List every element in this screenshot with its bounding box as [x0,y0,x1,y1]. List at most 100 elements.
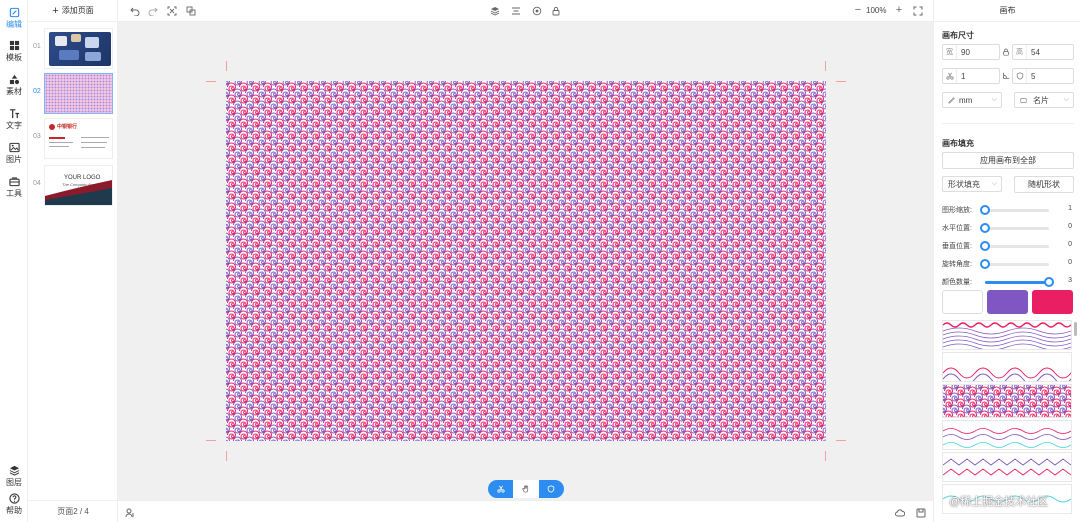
chevron-down-icon: ⌵ [1063,96,1069,103]
shield-icon [1016,72,1023,80]
fullscreen-icon [913,6,923,16]
color-swatch-3[interactable] [1032,290,1073,314]
pattern-option[interactable] [942,452,1072,482]
fit-button[interactable] [166,5,178,17]
group-button[interactable] [531,5,543,17]
apply-all-button[interactable]: 应用画布到全部 [942,152,1074,169]
lock-ratio-icon[interactable] [1002,48,1010,56]
slider-rotation[interactable]: 旋转角度: 0 [942,257,1074,271]
width-field[interactable]: 宽 90 [942,44,1000,60]
fullscreen-button[interactable] [912,5,924,17]
ruler-icon [948,96,955,104]
user-button[interactable] [124,507,136,519]
slider-handle[interactable] [980,205,990,215]
nav-help-label: 帮助 [6,505,22,515]
nav-layers[interactable]: 图层 [0,461,28,491]
slider-track[interactable] [980,241,1049,251]
hand-tool-button[interactable] [513,480,538,498]
slider-handle[interactable] [980,241,990,251]
cloud-icon [895,509,905,517]
slider-vertical[interactable]: 垂直位置: 0 [942,239,1074,253]
fill-type-select[interactable]: 形状填充 ⌵ [942,176,1002,192]
cloud-button[interactable] [894,507,906,519]
redo-button[interactable] [147,5,159,17]
hand-icon [522,485,529,493]
slider-label: 垂直位置: [942,243,972,250]
slider-handle[interactable] [1044,277,1054,287]
height-value: 54 [1031,47,1040,57]
corner-group: 5 [1002,68,1074,84]
slider-handle[interactable] [980,223,990,233]
pattern-option[interactable] [942,420,1072,450]
copy-style-button[interactable] [185,5,197,17]
slider-horizontal[interactable]: 水平位置: 0 [942,221,1074,235]
height-field[interactable]: 高 54 [1012,44,1074,60]
nav-image[interactable]: 图片 [0,138,28,168]
nav-edit[interactable]: 编辑 [0,3,28,33]
lock-button[interactable] [550,5,562,17]
pattern-option[interactable] [942,320,1072,350]
panel-scrollbar[interactable] [1074,322,1077,336]
app-root: 编辑 模板 素材 文字 图片 工具 图层 帮助 + 添加页面 01 02 03 … [0,0,1080,522]
nav-tools[interactable]: 工具 [0,172,28,202]
copy-icon [186,6,196,16]
lock-icon [552,6,560,16]
page-item-4[interactable]: 04 YOUR LOGO The Company Name [28,165,118,207]
slider-track[interactable] [980,205,1049,215]
page-item-3[interactable]: 03 中银银行 [28,118,118,160]
pattern-option[interactable] [942,352,1072,382]
thumb-pattern [45,74,112,113]
page-thumbnail[interactable] [44,73,113,114]
add-page-button[interactable]: + 添加页面 [28,0,118,22]
nav-help[interactable]: 帮助 [0,489,28,519]
zoom-out-button[interactable]: − [852,4,864,16]
corner-value: 5 [1031,71,1036,81]
height-prefix: 高 [1013,45,1027,59]
nav-template-label: 模板 [6,52,22,62]
unit-value: mm [959,95,973,105]
nav-material[interactable]: 素材 [0,70,28,100]
random-shape-button[interactable]: 随机形状 [1014,176,1074,193]
redo-icon [148,7,158,16]
shield-tool-button[interactable] [538,480,564,498]
zoom-in-button[interactable]: + [893,4,905,16]
page-item-1[interactable]: 01 [28,28,118,70]
stack-icon [490,7,500,16]
slider-color-count[interactable]: 颜色数量: 3 [942,275,1074,289]
slider-value: 0 [1068,259,1072,266]
unit-select[interactable]: mm ⌵ [942,92,1002,108]
properties-panel: 画布 画布尺寸 宽 90 高 54 1 5 mm ⌵ 名片 ⌵ 画布填充 应用画… [933,0,1080,522]
nav-text[interactable]: 文字 [0,104,28,134]
page-thumbnail[interactable] [44,28,113,69]
align-button[interactable] [510,5,522,17]
zoom-level: 100% [866,6,887,15]
bleed-value: 1 [961,71,966,81]
pattern-option-selected[interactable] [942,384,1072,418]
slider-track[interactable] [980,223,1049,233]
save-button[interactable] [915,507,927,519]
design-canvas[interactable] [226,81,826,441]
color-swatch-2[interactable] [987,290,1028,314]
slider-value: 0 [1068,241,1072,248]
undo-button[interactable] [129,5,141,17]
shapes-icon [9,74,19,84]
slider-track[interactable] [980,259,1049,269]
page-thumbnail[interactable]: YOUR LOGO The Company Name [44,165,113,206]
thumb-wave-decoration [45,180,112,205]
canvas-area[interactable] [118,22,933,500]
layer-order-button[interactable] [489,5,501,17]
page-item-2[interactable]: 02 [28,73,118,115]
corner-field[interactable]: 5 [1012,68,1074,84]
slider-scale[interactable]: 图形缩放: 1 [942,203,1074,217]
slider-value: 0 [1068,223,1072,230]
cut-tool-button[interactable] [488,480,514,498]
width-prefix: 宽 [943,45,957,59]
nav-template[interactable]: 模板 [0,36,28,66]
page-thumbnail[interactable]: 中银银行 [44,118,113,159]
preset-select[interactable]: 名片 ⌵ [1014,92,1074,108]
color-swatch-1[interactable] [942,290,983,314]
slider-track[interactable] [985,277,1054,287]
slider-handle[interactable] [980,259,990,269]
scissors-icon [497,485,505,493]
bleed-field[interactable]: 1 [942,68,1000,84]
